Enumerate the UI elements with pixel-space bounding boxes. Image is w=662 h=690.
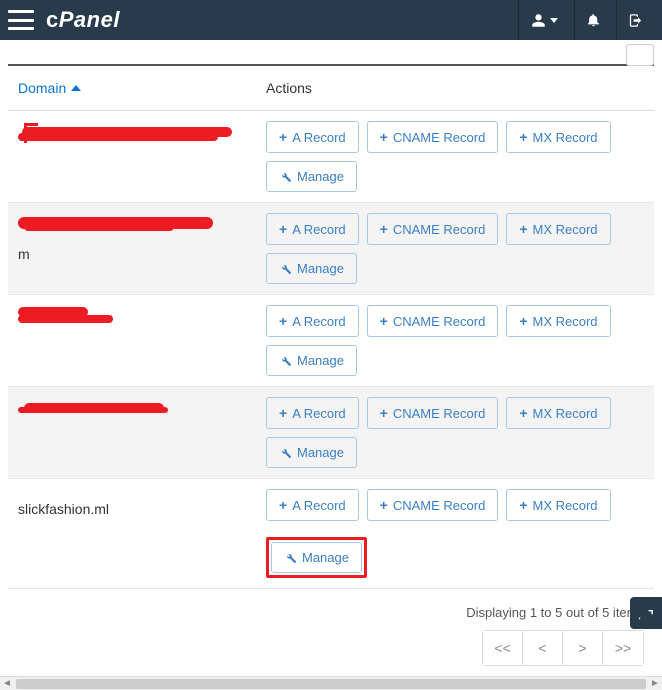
manage-button[interactable]: Manage — [266, 345, 357, 376]
plus-icon: + — [519, 497, 527, 513]
actions-cell: +A Record +CNAME Record +MX Record Manag… — [266, 213, 644, 284]
table-row: xxxxxxxxxxxxxxxxxxxxxxxxxxxxxxx.com +A R… — [8, 111, 654, 203]
actions-cell: +A Record +CNAME Record +MX Record Manag… — [266, 121, 644, 192]
domain-cell: slickfashion.ml — [18, 489, 266, 520]
plus-icon: + — [380, 497, 388, 513]
small-control-box[interactable] — [626, 44, 654, 66]
plus-icon: + — [279, 313, 287, 329]
add-mx-record-button[interactable]: +MX Record — [506, 213, 610, 245]
pagination-summary: Displaying 1 to 5 out of 5 items — [18, 605, 644, 620]
logout-icon — [628, 13, 643, 28]
plus-icon: + — [279, 221, 287, 237]
wrench-icon — [279, 262, 292, 275]
chart-line-icon — [638, 605, 655, 622]
logout-button[interactable] — [616, 0, 654, 40]
table-row: slickfashion.ml +A Record +CNAME Record … — [8, 479, 654, 589]
plus-icon: + — [519, 313, 527, 329]
domain-cell: xxxxxxxxxxxxxxxxxxxxxxxxxx.com — [18, 213, 266, 265]
wrench-icon — [279, 354, 292, 367]
plus-icon: + — [519, 221, 527, 237]
plus-icon: + — [519, 129, 527, 145]
page-next-button[interactable]: > — [563, 631, 603, 665]
plus-icon: + — [519, 405, 527, 421]
manage-button[interactable]: Manage — [271, 542, 362, 573]
domain-text: slickfashion.ml — [18, 501, 109, 517]
add-mx-record-button[interactable]: +MX Record — [506, 121, 610, 153]
caret-down-icon — [550, 18, 558, 23]
manage-button[interactable]: Manage — [266, 253, 357, 284]
manage-button[interactable]: Manage — [266, 161, 357, 192]
user-icon — [531, 13, 546, 28]
add-cname-record-button[interactable]: +CNAME Record — [367, 489, 499, 521]
add-a-record-button[interactable]: +A Record — [266, 213, 359, 245]
bell-icon — [586, 12, 601, 28]
add-cname-record-button[interactable]: +CNAME Record — [367, 397, 499, 429]
highlight-annotation: Manage — [266, 537, 367, 578]
actions-cell: +A Record +CNAME Record +MX Record Manag… — [266, 305, 644, 376]
domain-cell: xxxxxxxxxxxxxxxxxxxxxxxxxxxxxxx.com — [18, 121, 266, 152]
add-a-record-button[interactable]: +A Record — [266, 489, 359, 521]
pagination: << < > >> — [482, 630, 644, 666]
plus-icon: + — [380, 129, 388, 145]
actions-cell: +A Record +CNAME Record +MX Record Manag… — [266, 489, 644, 578]
table-footer: Displaying 1 to 5 out of 5 items << < > … — [8, 589, 654, 676]
top-float-area — [8, 40, 654, 64]
top-nav: ccPanelPanel — [0, 0, 662, 40]
add-mx-record-button[interactable]: +MX Record — [506, 397, 610, 429]
stats-tab[interactable] — [630, 597, 662, 629]
menu-hamburger-icon[interactable] — [8, 10, 34, 30]
horizontal-scrollbar[interactable]: ◄ ► — [0, 676, 662, 690]
domain-cell: xxxxxxxxxx.xxx — [18, 305, 266, 336]
add-mx-record-button[interactable]: +MX Record — [506, 489, 610, 521]
table-header: Domain Actions — [8, 64, 654, 111]
domain-cell: xxxxxxxxxxxxxxxxxxxx — [18, 397, 266, 428]
add-cname-record-button[interactable]: +CNAME Record — [367, 305, 499, 337]
scroll-right-arrow-icon[interactable]: ► — [648, 678, 662, 689]
wrench-icon — [279, 446, 292, 459]
table-row: xxxxxxxxxxxxxxxxxxxxxxxxxx.com +A Record… — [8, 203, 654, 295]
wrench-icon — [279, 170, 292, 183]
plus-icon: + — [279, 129, 287, 145]
add-cname-record-button[interactable]: +CNAME Record — [367, 213, 499, 245]
plus-icon: + — [279, 497, 287, 513]
manage-button[interactable]: Manage — [266, 437, 357, 468]
plus-icon: + — [380, 221, 388, 237]
plus-icon: + — [380, 405, 388, 421]
col-header-domain[interactable]: Domain — [18, 80, 266, 96]
page-first-button[interactable]: << — [483, 631, 523, 665]
col-header-actions: Actions — [266, 80, 644, 96]
add-cname-record-button[interactable]: +CNAME Record — [367, 121, 499, 153]
actions-cell: +A Record +CNAME Record +MX Record Manag… — [266, 397, 644, 468]
scroll-left-arrow-icon[interactable]: ◄ — [0, 678, 14, 689]
page-prev-button[interactable]: < — [523, 631, 563, 665]
table-row: xxxxxxxxxx.xxx +A Record +CNAME Record +… — [8, 295, 654, 387]
plus-icon: + — [279, 405, 287, 421]
plus-icon: + — [380, 313, 388, 329]
col-header-domain-label: Domain — [18, 80, 66, 96]
add-a-record-button[interactable]: +A Record — [266, 397, 359, 429]
cpanel-logo: ccPanelPanel — [46, 7, 120, 33]
sort-asc-icon — [71, 85, 81, 91]
scroll-track[interactable] — [16, 679, 646, 689]
page-last-button[interactable]: >> — [603, 631, 643, 665]
user-menu[interactable] — [518, 0, 570, 40]
add-a-record-button[interactable]: +A Record — [266, 121, 359, 153]
add-a-record-button[interactable]: +A Record — [266, 305, 359, 337]
wrench-icon — [284, 551, 297, 564]
notifications-button[interactable] — [574, 0, 612, 40]
table-row: xxxxxxxxxxxxxxxxxxxx +A Record +CNAME Re… — [8, 387, 654, 479]
add-mx-record-button[interactable]: +MX Record — [506, 305, 610, 337]
